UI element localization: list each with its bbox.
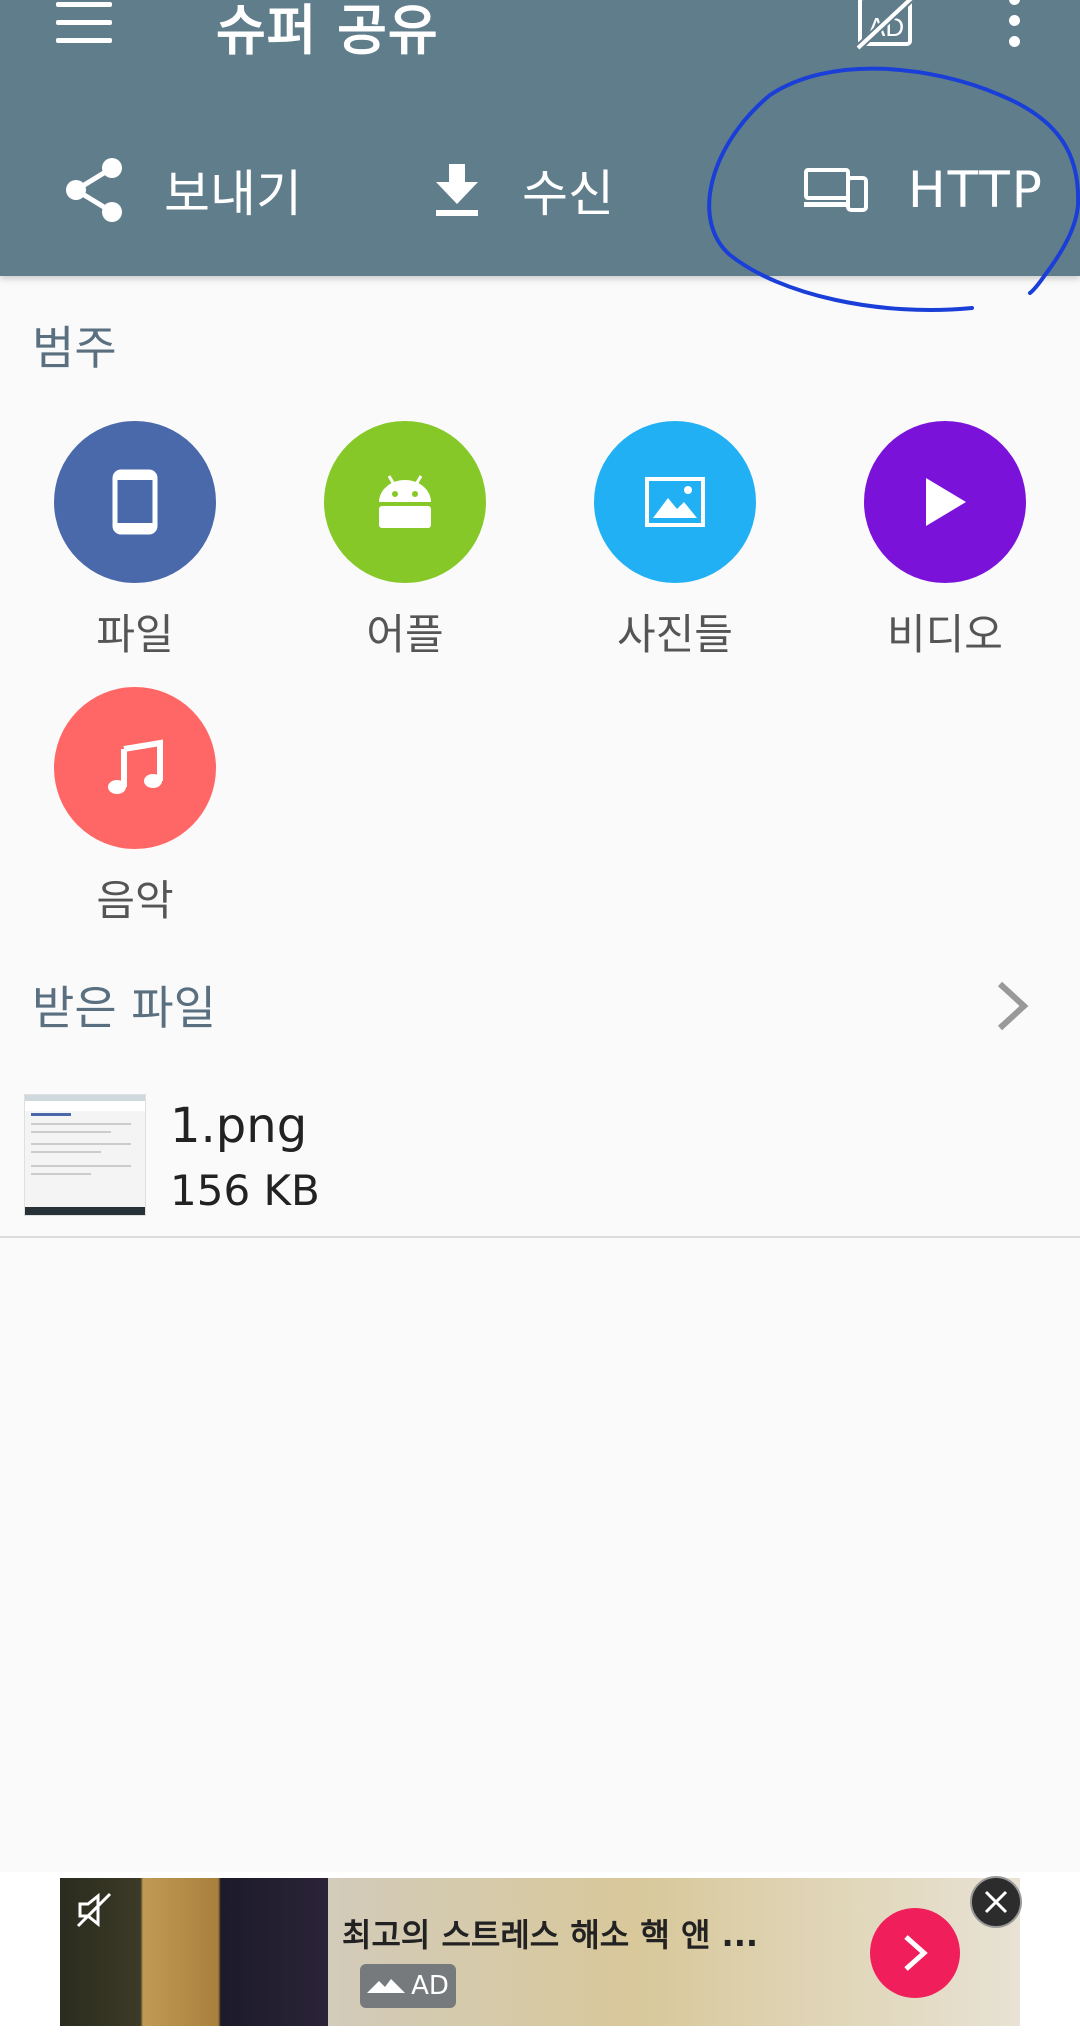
share-icon [66,158,122,222]
tab-http[interactable]: HTTP [804,150,1044,230]
menu-icon[interactable] [56,2,112,44]
category-music-circle [54,687,216,849]
close-icon [984,1890,1008,1914]
ad-content[interactable]: 최고의 스트레스 해소 핵 앤 ... AD [60,1878,1020,2026]
ad-headline: 최고의 스트레스 해소 핵 앤 ... [342,1916,759,1954]
category-files[interactable]: 파일 [25,421,245,662]
category-music-label: 음악 [96,876,174,925]
ad-badge-label: AD [411,1971,449,2001]
category-apps-label: 어플 [366,610,444,659]
music-note-icon [108,739,163,794]
ad-close-button[interactable] [970,1876,1022,1928]
download-icon [436,164,478,216]
mute-icon[interactable] [74,1890,114,1930]
category-videos-circle [864,421,1026,583]
ad-open-button[interactable] [870,1908,960,1998]
category-apps-circle [324,421,486,583]
file-row[interactable]: 1.png 156 KB [0,1090,1080,1238]
category-photos-label: 사진들 [617,610,733,659]
remove-ads-icon[interactable]: AD [856,0,920,50]
tab-send[interactable]: 보내기 [64,150,302,230]
devices-icon [804,168,868,212]
play-icon [926,478,966,526]
category-files-circle [54,421,216,583]
image-icon [645,477,705,527]
ad-badge: AD [360,1964,456,2008]
category-music[interactable]: 음악 [25,687,245,928]
category-apps[interactable]: 어플 [295,421,515,662]
tab-send-label: 보내기 [164,165,302,223]
file-name: 1.png [170,1098,308,1154]
android-icon [379,475,431,528]
more-options-icon[interactable] [998,0,1030,54]
received-section-title: 받은 파일 [32,981,216,1035]
ad-banner[interactable]: 최고의 스트레스 해소 핵 앤 ... AD [0,1872,1080,2032]
category-photos[interactable]: 사진들 [565,421,785,662]
tab-http-label: HTTP [908,161,1044,219]
category-videos-label: 비디오 [887,610,1003,659]
category-files-label: 파일 [96,610,174,659]
tab-receive[interactable]: 수신 [432,150,614,230]
file-size: 156 KB [170,1166,320,1215]
ad-game-image [60,1878,328,2026]
app-title: 슈퍼 공유 [216,0,439,62]
category-section-title: 범주 [32,321,117,375]
chevron-right-icon [904,1935,928,1971]
app-bar: 슈퍼 공유 AD 보내기 수신 HTTP [0,0,1080,276]
chevron-right-icon[interactable] [992,978,1032,1034]
category-photos-circle [594,421,756,583]
file-thumbnail [24,1094,146,1216]
tab-receive-label: 수신 [522,165,614,223]
category-videos[interactable]: 비디오 [835,421,1055,662]
ad-network-icon [367,1979,406,1993]
phone-icon [112,469,158,535]
